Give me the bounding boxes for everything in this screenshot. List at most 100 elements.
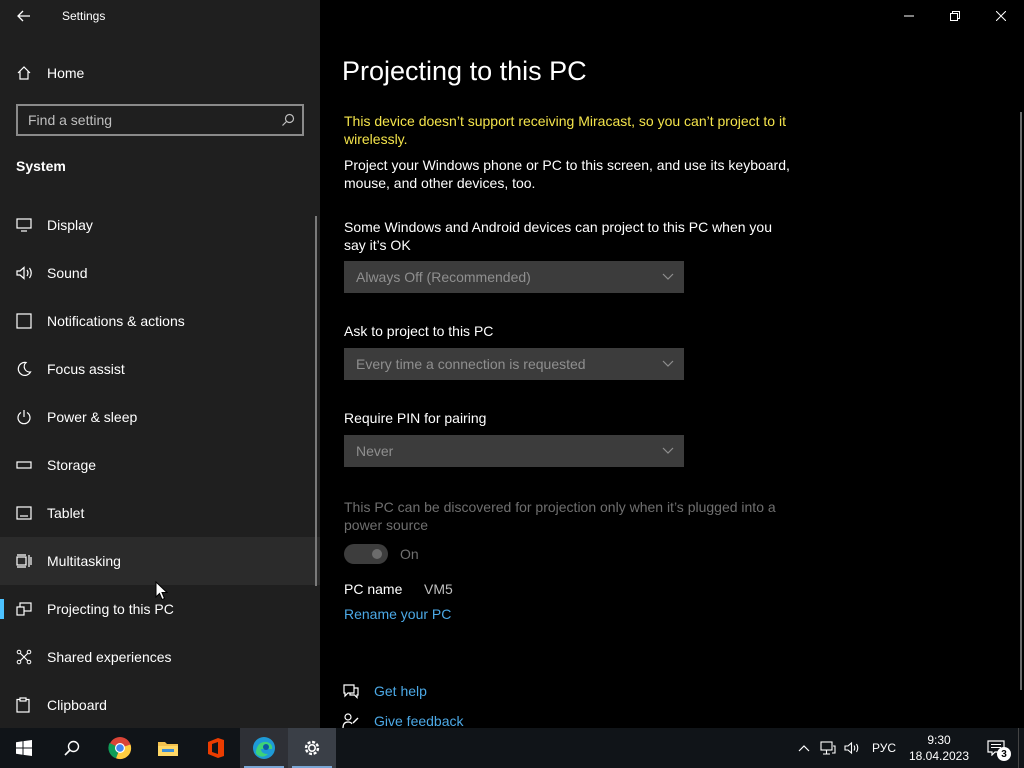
clock-date: 18.04.2023 bbox=[908, 749, 970, 763]
sidebar-item-focus-assist[interactable]: Focus assist bbox=[0, 345, 320, 393]
taskbar-settings[interactable] bbox=[288, 728, 336, 768]
nav-list: Display Sound Notifications & actions Fo… bbox=[0, 201, 320, 729]
volume-icon bbox=[844, 741, 859, 755]
sidebar-item-tablet[interactable]: Tablet bbox=[0, 489, 320, 537]
file-explorer-icon bbox=[158, 742, 178, 756]
taskbar-chrome[interactable] bbox=[96, 728, 144, 768]
sidebar-item-label: Display bbox=[47, 217, 93, 233]
rename-pc-link[interactable]: Rename your PC bbox=[344, 606, 451, 622]
display-icon bbox=[0, 218, 47, 232]
pc-name-value: VM5 bbox=[424, 581, 453, 597]
app-title: Settings bbox=[62, 9, 106, 23]
ask-label: Ask to project to this PC bbox=[344, 323, 494, 339]
back-arrow-icon bbox=[17, 10, 30, 22]
give-feedback-label: Give feedback bbox=[374, 713, 464, 729]
sidebar-item-label: Sound bbox=[47, 265, 88, 281]
show-desktop-button[interactable] bbox=[1018, 728, 1024, 768]
notifications-icon bbox=[0, 313, 47, 329]
sidebar-item-label: Multitasking bbox=[47, 553, 121, 569]
feedback-icon bbox=[342, 713, 359, 729]
pin-value: Never bbox=[356, 443, 394, 459]
ask-dropdown[interactable]: Every time a connection is requested bbox=[344, 348, 684, 380]
power-icon bbox=[0, 409, 47, 425]
moon-icon bbox=[0, 361, 47, 377]
taskbar: РУС 9:30 18.04.2023 3 bbox=[0, 728, 1024, 768]
minimize-button[interactable] bbox=[886, 0, 932, 32]
sidebar-item-label: Notifications & actions bbox=[47, 313, 185, 329]
get-help-link[interactable]: Get help bbox=[342, 683, 427, 699]
sidebar-item-label: Tablet bbox=[47, 505, 85, 521]
power-source-text: This PC can be discovered for projection… bbox=[344, 499, 776, 533]
sidebar-item-notifications[interactable]: Notifications & actions bbox=[0, 297, 320, 345]
storage-icon bbox=[0, 460, 47, 470]
sidebar-item-storage[interactable]: Storage bbox=[0, 441, 320, 489]
clock[interactable]: 9:30 18.04.2023 bbox=[904, 732, 974, 764]
action-center-button[interactable]: 3 bbox=[974, 728, 1018, 768]
projecting-icon bbox=[0, 602, 47, 616]
availability-dropdown[interactable]: Always Off (Recommended) bbox=[344, 261, 684, 293]
home-icon bbox=[0, 65, 47, 81]
sidebar-item-shared-experiences[interactable]: Shared experiences bbox=[0, 633, 320, 681]
power-source-toggle[interactable] bbox=[344, 544, 388, 564]
sidebar-item-label: Power & sleep bbox=[47, 409, 138, 425]
chevron-up-icon bbox=[798, 745, 810, 752]
ask-value: Every time a connection is requested bbox=[356, 356, 586, 372]
taskbar-edge[interactable] bbox=[240, 728, 288, 768]
input-language[interactable]: РУС bbox=[864, 741, 904, 755]
chevron-down-icon bbox=[662, 360, 674, 367]
sidebar-item-display[interactable]: Display bbox=[0, 201, 320, 249]
sidebar-item-sound[interactable]: Sound bbox=[0, 249, 320, 297]
system-tray: РУС 9:30 18.04.2023 3 bbox=[792, 728, 1024, 768]
chevron-down-icon bbox=[662, 447, 674, 454]
taskbar-file-explorer[interactable] bbox=[144, 728, 192, 768]
availability-label: Some Windows and Android devices can pro… bbox=[344, 219, 773, 253]
availability-value: Always Off (Recommended) bbox=[356, 269, 531, 285]
start-icon bbox=[16, 740, 32, 756]
pc-name-label: PC name bbox=[344, 581, 403, 597]
settings-sidebar: Settings Home System Display Sound bbox=[0, 0, 320, 728]
toggle-knob bbox=[372, 549, 382, 559]
search-icon bbox=[64, 740, 80, 756]
sidebar-scrollbar[interactable] bbox=[315, 216, 317, 586]
page-title: Projecting to this PC bbox=[342, 56, 587, 86]
sidebar-item-label: Shared experiences bbox=[47, 649, 172, 665]
tray-overflow-button[interactable] bbox=[792, 728, 816, 768]
edge-icon bbox=[253, 737, 275, 759]
notification-count-badge: 3 bbox=[997, 747, 1011, 761]
sidebar-item-multitasking[interactable]: Multitasking bbox=[0, 537, 320, 585]
search-input[interactable] bbox=[18, 112, 274, 128]
give-feedback-link[interactable]: Give feedback bbox=[342, 713, 464, 729]
start-button[interactable] bbox=[0, 728, 48, 768]
sidebar-item-clipboard[interactable]: Clipboard bbox=[0, 681, 320, 729]
pin-dropdown[interactable]: Never bbox=[344, 435, 684, 467]
taskbar-office[interactable] bbox=[192, 728, 240, 768]
window-controls bbox=[886, 0, 1024, 32]
help-chat-icon bbox=[343, 684, 359, 699]
tablet-icon bbox=[0, 506, 47, 520]
sidebar-item-home[interactable]: Home bbox=[0, 57, 320, 89]
back-button[interactable] bbox=[10, 4, 38, 28]
title-bar: Settings bbox=[0, 0, 320, 32]
search-icon[interactable] bbox=[274, 113, 302, 127]
chevron-down-icon bbox=[662, 273, 674, 280]
search-box bbox=[16, 104, 304, 136]
close-button[interactable] bbox=[978, 0, 1024, 32]
taskbar-search-button[interactable] bbox=[48, 728, 96, 768]
close-icon bbox=[996, 11, 1006, 21]
restore-button[interactable] bbox=[932, 0, 978, 32]
main-scrollbar[interactable] bbox=[1020, 112, 1022, 690]
multitasking-icon bbox=[0, 554, 47, 568]
section-title: System bbox=[16, 158, 66, 174]
clipboard-icon bbox=[0, 697, 47, 713]
sidebar-item-label: Clipboard bbox=[47, 697, 107, 713]
sidebar-item-power-sleep[interactable]: Power & sleep bbox=[0, 393, 320, 441]
sidebar-item-label: Focus assist bbox=[47, 361, 125, 377]
miracast-warning: This device doesn’t support receiving Mi… bbox=[344, 113, 786, 147]
minimize-icon bbox=[904, 15, 914, 17]
toggle-state-label: On bbox=[400, 546, 419, 562]
clock-time: 9:30 bbox=[927, 733, 951, 747]
chrome-icon bbox=[108, 737, 132, 760]
tray-network-button[interactable] bbox=[816, 728, 840, 768]
tray-volume-button[interactable] bbox=[840, 728, 864, 768]
sidebar-item-label: Storage bbox=[47, 457, 97, 473]
